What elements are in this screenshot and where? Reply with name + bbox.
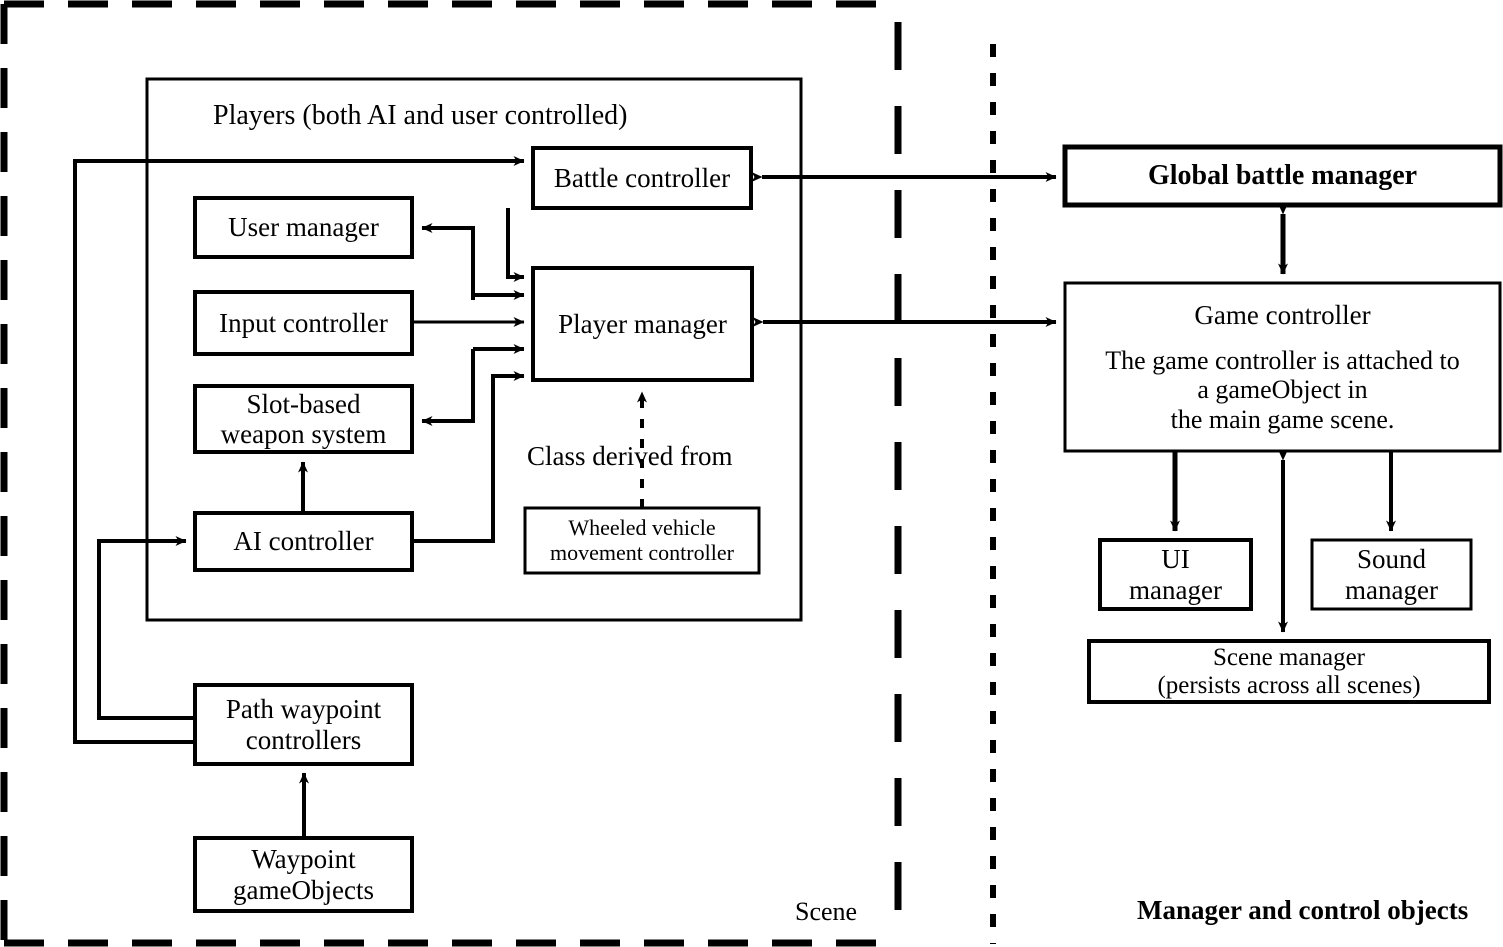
path-waypoint-controllers-box <box>193 683 414 766</box>
battle-controller-to-player-manager-arrow <box>506 208 525 282</box>
scene-manager-box <box>1087 639 1491 704</box>
diagram-canvas: Players (both AI and user controlled) Ba… <box>0 0 1503 947</box>
class-derived-from-label: Class derived from <box>527 441 733 471</box>
scene-caption: Scene <box>795 897 858 926</box>
ai-controller-box <box>193 511 414 572</box>
waypoint-gameobjects-box <box>193 836 414 913</box>
managers-caption: Manager and control objects <box>1137 895 1469 925</box>
battle-controller-box <box>531 146 753 210</box>
diagram-lines <box>0 0 1503 947</box>
sound-manager-box <box>1310 538 1473 611</box>
ui-manager-box <box>1098 538 1253 611</box>
player-manager-box <box>531 266 754 382</box>
game-controller-box <box>1063 281 1502 453</box>
global-battle-manager-box <box>1062 144 1503 208</box>
players-group-label: Players (both AI and user controlled) <box>213 100 628 131</box>
scene-boundary-dashed <box>0 0 890 947</box>
ai-controller-to-player-manager-arrow <box>412 371 525 543</box>
player-manager-to-user-manager-arrow <box>421 223 475 300</box>
input-controller-box <box>193 290 414 356</box>
slot-based-weapon-system-box <box>193 384 414 454</box>
slot-weapon-feed-arrow <box>421 349 475 426</box>
wheeled-vehicle-movement-controller-box <box>523 506 761 575</box>
user-manager-box <box>193 196 414 259</box>
